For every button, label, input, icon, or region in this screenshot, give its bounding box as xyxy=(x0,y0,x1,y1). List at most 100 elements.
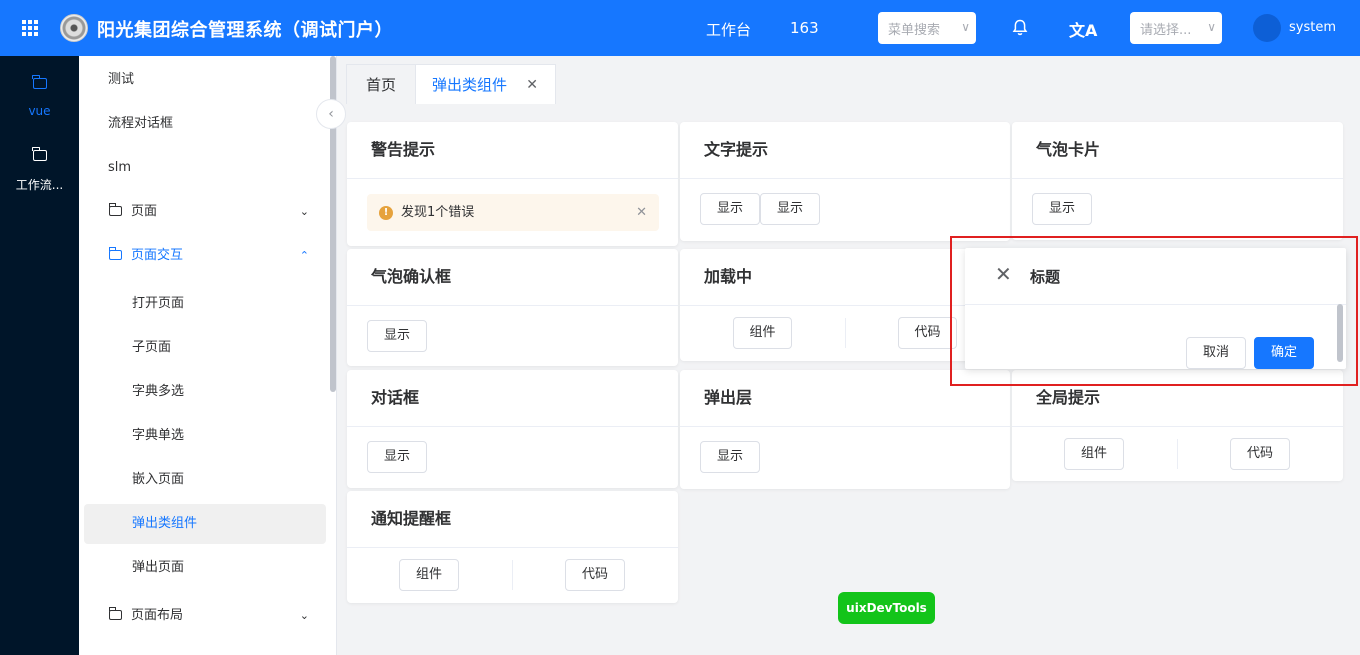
sidebar-item-label: 测试 xyxy=(108,72,135,87)
component-button[interactable]: 组件 xyxy=(399,559,459,591)
sidebar-item-label: 页面 xyxy=(131,204,158,219)
chevron-down-icon: ⌄ xyxy=(299,205,309,218)
sidebar-item-pages[interactable]: 页面 ⌄ xyxy=(79,192,329,232)
sidebar-item-sub-page[interactable]: 子页面 xyxy=(79,328,329,368)
sidebar-item-label: slm xyxy=(108,160,132,175)
workbench-link[interactable]: 工作台 xyxy=(706,19,751,40)
divider xyxy=(347,178,678,179)
folder-icon xyxy=(108,203,122,216)
sidebar-item-label: 字典单选 xyxy=(132,428,185,443)
sidebar-item-label: 弹出类组件 xyxy=(132,516,198,531)
divider xyxy=(1012,178,1343,179)
card-title: 气泡卡片 xyxy=(1036,140,1101,159)
divider xyxy=(680,178,1010,179)
header-count[interactable]: 163 xyxy=(790,19,819,37)
card-title: 对话框 xyxy=(371,388,420,407)
menu-search-select[interactable]: 菜单搜索 ∨ xyxy=(878,12,976,44)
menu-search-placeholder: 菜单搜索 xyxy=(888,23,941,38)
folder-icon xyxy=(108,607,122,620)
translate-icon[interactable]: 文A xyxy=(1069,17,1097,41)
card-text-tip: 文字提示 显示 显示 xyxy=(680,122,1010,241)
tab-home[interactable]: 首页 xyxy=(346,64,416,104)
card-title: 警告提示 xyxy=(371,140,436,159)
component-button[interactable]: 组件 xyxy=(1064,438,1124,470)
card-alert: 警告提示 ! 发现1个错误 ✕ xyxy=(347,122,678,246)
divider xyxy=(680,426,1010,427)
app-title: 阳光集团综合管理系统（调试门户） xyxy=(97,20,393,41)
close-icon[interactable]: ✕ xyxy=(526,65,538,105)
show-button[interactable]: 显示 xyxy=(367,320,427,352)
org-select-placeholder: 请选择... xyxy=(1140,23,1192,38)
divider xyxy=(1012,426,1343,427)
rail-item-vue[interactable]: vue xyxy=(0,75,79,118)
org-select[interactable]: 请选择... ∨ xyxy=(1130,12,1222,44)
show-button[interactable]: 显示 xyxy=(1032,193,1092,225)
show-button[interactable]: 显示 xyxy=(700,193,760,225)
show-button[interactable]: 显示 xyxy=(367,441,427,473)
folder-icon xyxy=(108,247,122,260)
chevron-down-icon: ∨ xyxy=(961,20,970,34)
card-title: 弹出层 xyxy=(704,388,753,407)
divider xyxy=(347,426,678,427)
card-title: 文字提示 xyxy=(704,140,769,159)
highlight-box xyxy=(950,236,1358,386)
sidebar-item-embed-page[interactable]: 嵌入页面 xyxy=(79,460,329,500)
sidebar-item-label: 子页面 xyxy=(132,340,172,355)
user-name[interactable]: system xyxy=(1289,20,1336,35)
sidebar-item-page-layout[interactable]: 页面布局 ⌄ xyxy=(79,596,329,636)
sidebar-collapse-button[interactable]: ‹ xyxy=(316,99,346,129)
sidebar-item-label: 字典多选 xyxy=(132,384,185,399)
tab-popup-components[interactable]: 弹出类组件 ✕ xyxy=(415,64,556,104)
module-rail: vue 工作流... xyxy=(0,56,79,655)
card-title: 通知提醒框 xyxy=(371,509,452,528)
sidebar-item-flow-dialog[interactable]: 流程对话框 xyxy=(79,104,329,144)
apps-grid-icon[interactable] xyxy=(22,20,38,36)
sidebar-menu: 测试 流程对话框 slm 页面 ⌄ 页面交互 ⌃ 打开页面 子页面 字典多选 字… xyxy=(79,56,337,655)
sidebar-item-page-interaction[interactable]: 页面交互 ⌃ xyxy=(79,236,329,276)
warning-icon: ! xyxy=(379,206,393,220)
sidebar-item-dict-single[interactable]: 字典单选 xyxy=(79,416,329,456)
sidebar-item-label: 页面布局 xyxy=(131,608,184,623)
show-button[interactable]: 显示 xyxy=(760,193,820,225)
sidebar-item-label: 流程对话框 xyxy=(108,116,174,131)
card-popup-layer: 弹出层 显示 xyxy=(680,370,1010,489)
bell-icon[interactable] xyxy=(1012,19,1028,37)
sidebar-item-open-page[interactable]: 打开页面 xyxy=(79,284,329,324)
rail-item-label: vue xyxy=(28,104,51,118)
code-button[interactable]: 代码 xyxy=(898,317,957,349)
card-notification: 通知提醒框 组件 代码 xyxy=(347,491,678,603)
divider xyxy=(347,305,678,306)
divider xyxy=(845,318,846,348)
chevron-down-icon: ⌄ xyxy=(299,609,309,622)
folder-icon xyxy=(31,75,47,89)
sidebar-item-test[interactable]: 测试 xyxy=(79,60,329,100)
card-bubble-confirm: 气泡确认框 显示 xyxy=(347,249,678,366)
chevron-down-icon: ∨ xyxy=(1207,20,1216,34)
sidebar-item-label: 弹出页面 xyxy=(132,560,185,575)
divider xyxy=(347,547,678,548)
warning-alert: ! 发现1个错误 ✕ xyxy=(367,194,659,231)
close-icon[interactable]: ✕ xyxy=(636,194,647,231)
sidebar-item-popup-page[interactable]: 弹出页面 xyxy=(79,548,329,588)
divider xyxy=(512,560,513,590)
tab-label: 首页 xyxy=(365,76,396,94)
chevron-up-icon: ⌃ xyxy=(299,249,309,262)
app-logo xyxy=(60,14,88,42)
code-button[interactable]: 代码 xyxy=(565,559,625,591)
top-header: 阳光集团综合管理系统（调试门户） 工作台 163 菜单搜索 ∨ 文A 请选择..… xyxy=(0,0,1360,56)
sidebar-item-label: 打开页面 xyxy=(132,296,185,311)
tab-label: 弹出类组件 xyxy=(432,76,508,94)
avatar[interactable] xyxy=(1253,14,1281,42)
card-title: 气泡确认框 xyxy=(371,267,452,286)
sidebar-item-dict-multi[interactable]: 字典多选 xyxy=(79,372,329,412)
show-button[interactable]: 显示 xyxy=(700,441,760,473)
component-button[interactable]: 组件 xyxy=(733,317,792,349)
devtools-button[interactable]: uixDevTools xyxy=(838,592,935,624)
rail-item-workflow[interactable]: 工作流... xyxy=(0,147,79,193)
divider xyxy=(1177,439,1178,469)
code-button[interactable]: 代码 xyxy=(1230,438,1290,470)
sidebar-item-popup-components[interactable]: 弹出类组件 xyxy=(84,504,326,544)
sidebar-item-slm[interactable]: slm xyxy=(79,148,329,188)
card-title: 加载中 xyxy=(704,267,753,286)
sidebar-item-label: 嵌入页面 xyxy=(132,472,185,487)
